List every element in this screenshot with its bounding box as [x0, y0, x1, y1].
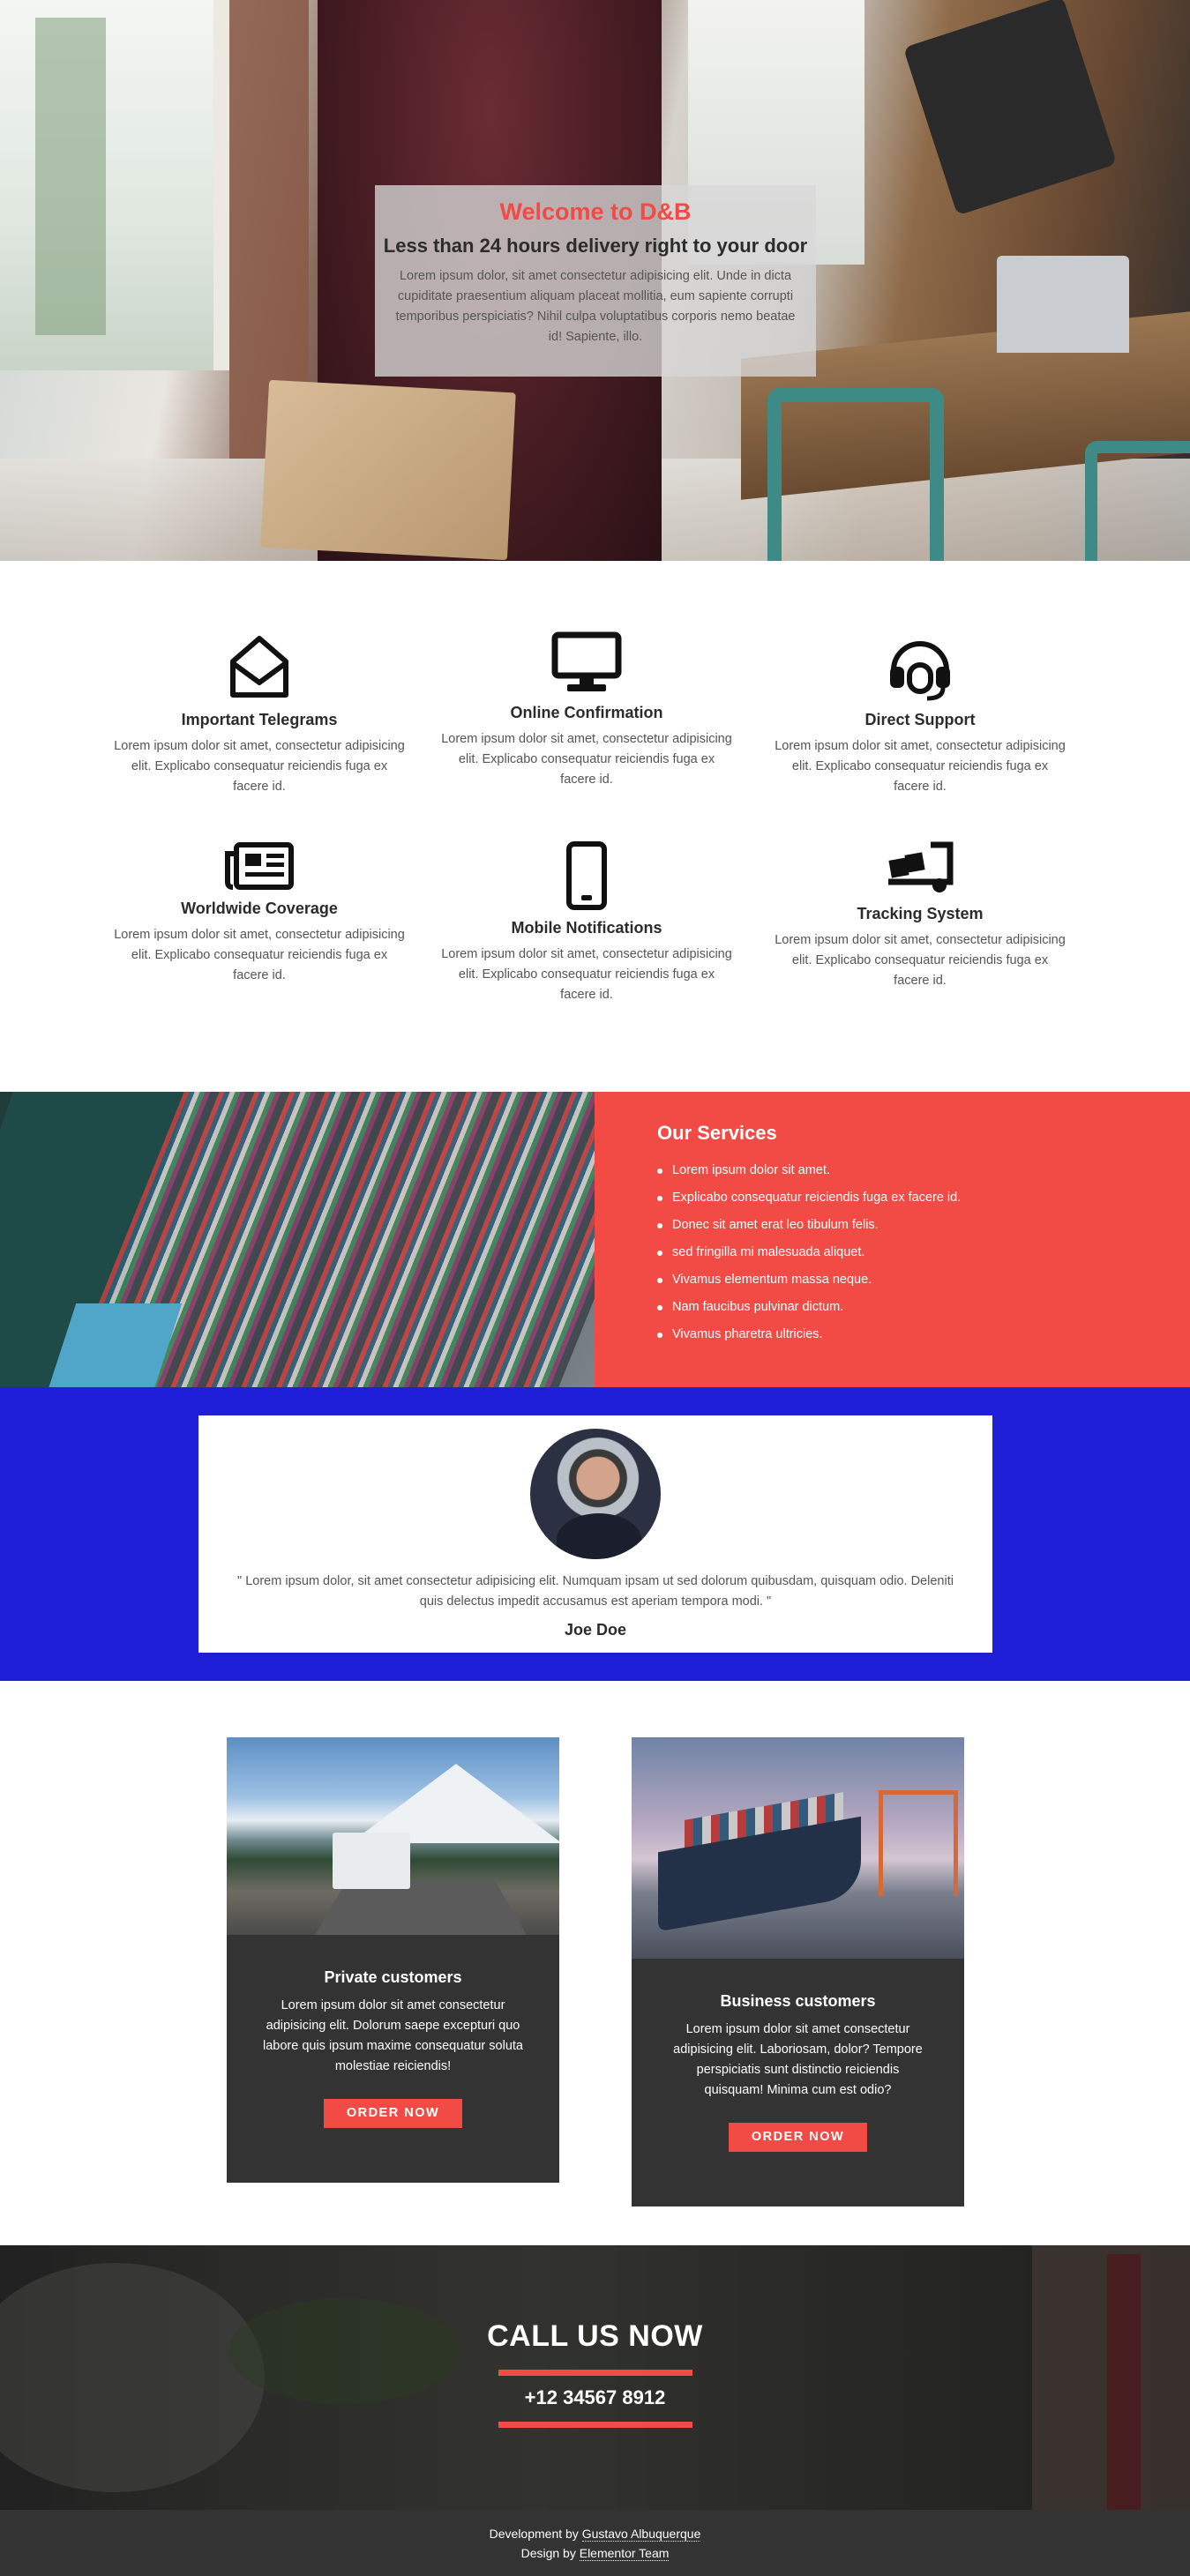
- hero-background-package: [260, 379, 516, 561]
- services-list-item: Vivamus elementum massa neque.: [657, 1266, 1190, 1294]
- call-section: CALL US NOW +12 34567 8912: [0, 2245, 1190, 2510]
- customers-section: Private customers Lorem ipsum dolor sit …: [0, 1681, 1190, 2245]
- footer-dev-prefix: Development by: [489, 2527, 579, 2541]
- customer-card-private: Private customers Lorem ipsum dolor sit …: [227, 1737, 559, 2183]
- dolly-icon: [888, 841, 954, 892]
- hero-background-laptop: [997, 256, 1129, 353]
- hero-background-window: [0, 0, 229, 370]
- hero-background-chair: [767, 388, 944, 561]
- feature-item: Worldwide Coverage Lorem ipsum dolor sit…: [114, 841, 405, 986]
- phone-number[interactable]: +12 34567 8912: [498, 2370, 692, 2428]
- mobile-phone-icon: [566, 841, 607, 910]
- customer-card-title: Business customers: [720, 1992, 876, 2010]
- services-list-item: Lorem ipsum dolor sit amet.: [657, 1157, 1190, 1184]
- hero-text: Lorem ipsum dolor, sit amet consectetur …: [395, 269, 796, 344]
- services-list-item: Explicabo consequatur reiciendis fuga ex…: [657, 1184, 1190, 1212]
- feature-item: Online Confirmation Lorem ipsum dolor si…: [441, 631, 732, 790]
- feature-item: Tracking System Lorem ipsum dolor sit am…: [775, 841, 1066, 991]
- hero-subtitle: Less than 24 hours delivery right to you…: [383, 235, 808, 257]
- customer-card-business: Business customers Lorem ipsum dolor sit…: [632, 1737, 964, 2206]
- testimonial-section: " Lorem ipsum dolor, sit amet consectetu…: [0, 1387, 1190, 1681]
- hero-background-chair: [1085, 441, 1190, 561]
- ship-image-crane: [879, 1790, 958, 1896]
- services-list-item: Vivamus pharetra ultricies.: [657, 1321, 1190, 1348]
- footer-development-line: Development by Gustavo Albuquerque: [0, 2524, 1190, 2543]
- footer-design-prefix: Design by: [520, 2546, 576, 2560]
- hero-title: Welcome to D&B: [499, 198, 692, 225]
- cargo-ship-image: [632, 1737, 964, 1959]
- avatar: [530, 1429, 661, 1559]
- headset-icon: [890, 641, 950, 701]
- testimonial-author: Joe Doe: [564, 1621, 627, 1639]
- features-section: Important Telegrams Lorem ipsum dolor si…: [0, 561, 1190, 1092]
- feature-item: Mobile Notifications Lorem ipsum dolor s…: [441, 841, 732, 1005]
- feature-text: Lorem ipsum dolor sit amet, consectetur …: [114, 928, 405, 982]
- services-title: Our Services: [657, 1122, 777, 1144]
- footer-design-link[interactable]: Elementor Team: [579, 2546, 670, 2561]
- services-panel: Our Services Lorem ipsum dolor sit amet.…: [595, 1092, 1190, 1387]
- call-content: CALL US NOW +12 34567 8912: [0, 2319, 1190, 2428]
- testimonial-quote: " Lorem ipsum dolor, sit amet consectetu…: [237, 1574, 954, 1609]
- order-now-button[interactable]: ORDER NOW: [729, 2123, 867, 2152]
- feature-text: Lorem ipsum dolor sit amet, consectetur …: [441, 947, 732, 1002]
- customer-card-title: Private customers: [324, 1968, 462, 1986]
- shipping-port-image: [0, 1092, 595, 1387]
- truck-image: [227, 1737, 559, 1935]
- services-list-item: Donec sit amet erat leo tibulum felis.: [657, 1212, 1190, 1239]
- customer-card-text: Lorem ipsum dolor sit amet consectetur a…: [673, 2022, 923, 2097]
- services-section: Our Services Lorem ipsum dolor sit amet.…: [0, 1092, 1190, 1387]
- order-now-button[interactable]: ORDER NOW: [324, 2099, 462, 2128]
- feature-title: Important Telegrams: [181, 711, 338, 728]
- hero-card: Welcome to D&B Less than 24 hours delive…: [375, 185, 816, 377]
- feature-title: Online Confirmation: [510, 704, 663, 721]
- customer-card-text: Lorem ipsum dolor sit amet consectetur a…: [263, 1998, 523, 2073]
- services-list: Lorem ipsum dolor sit amet. Explicabo co…: [657, 1157, 1190, 1348]
- feature-item: Important Telegrams Lorem ipsum dolor si…: [114, 631, 405, 797]
- services-list-item: Nam faucibus pulvinar dictum.: [657, 1294, 1190, 1321]
- feature-title: Direct Support: [864, 711, 976, 728]
- truck-image-mountain: [350, 1764, 559, 1843]
- hero-section: Welcome to D&B Less than 24 hours delive…: [0, 0, 1190, 561]
- feature-text: Lorem ipsum dolor sit amet, consectetur …: [441, 732, 732, 787]
- envelope-open-icon: [230, 636, 288, 698]
- call-title: CALL US NOW: [487, 2319, 703, 2353]
- feature-title: Tracking System: [857, 905, 984, 922]
- footer-dev-link[interactable]: Gustavo Albuquerque: [581, 2527, 701, 2542]
- truck-image-truck: [333, 1833, 410, 1889]
- footer: Development by Gustavo Albuquerque Desig…: [0, 2510, 1190, 2576]
- hero-background-lamp: [902, 0, 1118, 216]
- feature-text: Lorem ipsum dolor sit amet, consectetur …: [114, 739, 405, 794]
- feature-title: Mobile Notifications: [511, 919, 662, 937]
- feature-text: Lorem ipsum dolor sit amet, consectetur …: [775, 739, 1066, 794]
- feature-title: Worldwide Coverage: [181, 900, 338, 917]
- services-list-item: sed fringilla mi malesuada aliquet.: [657, 1239, 1190, 1266]
- newspaper-icon: [225, 842, 294, 890]
- desktop-icon: [551, 631, 622, 691]
- feature-item: Direct Support Lorem ipsum dolor sit ame…: [775, 631, 1066, 797]
- testimonial-card: " Lorem ipsum dolor, sit amet consectetu…: [198, 1415, 992, 1653]
- feature-text: Lorem ipsum dolor sit amet, consectetur …: [775, 933, 1066, 988]
- footer-design-line: Design by Elementor Team: [0, 2543, 1190, 2563]
